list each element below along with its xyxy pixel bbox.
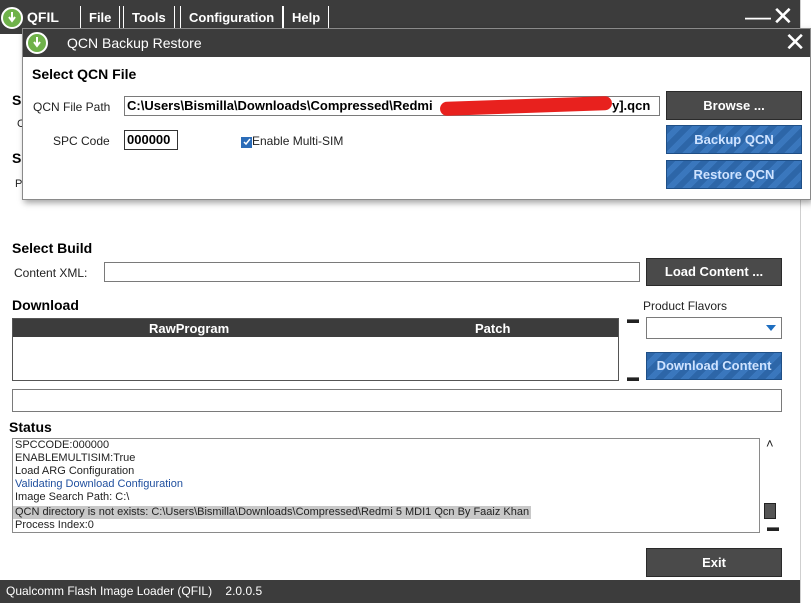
multisim-checkbox[interactable] <box>241 137 252 148</box>
status-line: Process Index:0 <box>15 519 94 531</box>
product-flavors-label: Product Flavors <box>643 299 728 313</box>
chevron-down-icon <box>766 325 776 331</box>
spc-code-label: SPC Code <box>53 134 110 148</box>
status-line: Load ARG Configuration <box>15 465 135 477</box>
status-scroll-up-icon[interactable]: ˄ <box>766 436 774 451</box>
hidden-label-s1: S <box>12 92 22 108</box>
download-table-header: RawProgram Patch <box>13 319 618 337</box>
dialog-title-bar: QCN Backup Restore ✕ <box>23 29 810 57</box>
main-close-icon[interactable]: ✕ <box>772 3 794 29</box>
app-name: QFIL <box>27 9 59 25</box>
download-path-field[interactable] <box>12 389 782 412</box>
status-line: SPCCODE:000000 <box>15 439 110 451</box>
download-heading: Download <box>12 297 79 313</box>
content-xml-field[interactable] <box>104 262 640 282</box>
backup-qcn-button[interactable]: Backup QCN <box>666 125 802 154</box>
minimize-icon[interactable]: — <box>745 3 771 29</box>
qcn-path-suffix: y].qcn <box>612 98 651 113</box>
load-content-button[interactable]: Load Content ... <box>646 258 782 286</box>
status-line: Validating Download Configuration <box>15 478 183 490</box>
col-patch[interactable]: Patch <box>475 321 510 336</box>
select-build-heading: Select Build <box>12 240 93 256</box>
qcn-path-label: QCN File Path <box>33 100 111 114</box>
status-log[interactable]: SPCCODE:000000 ENABLEMULTISIM:True Load … <box>12 438 760 533</box>
status-bar: Qualcomm Flash Image Loader (QFIL) 2.0.0… <box>0 580 800 603</box>
status-scroll-down-icon[interactable]: ▬ <box>767 520 779 534</box>
select-qcn-heading: Select QCN File <box>32 66 137 82</box>
status-line: Image Search Path: C:\ <box>15 491 130 503</box>
status-line: ENABLEMULTISIM:True <box>15 452 136 464</box>
product-flavors-select[interactable] <box>646 317 782 339</box>
status-scroll-thumb[interactable] <box>764 503 776 519</box>
table-scroll-up-icon[interactable]: ▬ <box>627 312 639 326</box>
restore-qcn-button[interactable]: Restore QCN <box>666 160 802 189</box>
col-rawprogram[interactable]: RawProgram <box>149 321 229 336</box>
multisim-label: Enable Multi-SIM <box>252 134 344 148</box>
status-heading: Status <box>9 419 52 435</box>
browse-button[interactable]: Browse ... <box>666 91 802 120</box>
qcn-path-value: C:\Users\Bismilla\Downloads\Compressed\R… <box>127 98 433 113</box>
spc-code-field[interactable]: 000000 <box>124 130 178 150</box>
status-line-highlighted: QCN directory is not exists: C:\Users\Bi… <box>13 506 532 519</box>
footer-version: 2.0.0.5 <box>225 584 263 598</box>
download-table: RawProgram Patch <box>12 318 619 381</box>
content-xml-label: Content XML: <box>14 266 88 280</box>
dialog-logo-icon <box>26 32 48 54</box>
hidden-label-s2: S <box>12 150 22 166</box>
table-scroll-down-icon[interactable]: ▬ <box>627 370 639 384</box>
dialog-title: QCN Backup Restore <box>67 35 202 51</box>
exit-button[interactable]: Exit <box>646 548 782 577</box>
qfil-logo-icon <box>1 7 23 29</box>
download-content-button[interactable]: Download Content <box>646 352 782 380</box>
footer-app-name: Qualcomm Flash Image Loader (QFIL) <box>6 584 213 598</box>
dialog-close-icon[interactable]: ✕ <box>784 29 806 55</box>
